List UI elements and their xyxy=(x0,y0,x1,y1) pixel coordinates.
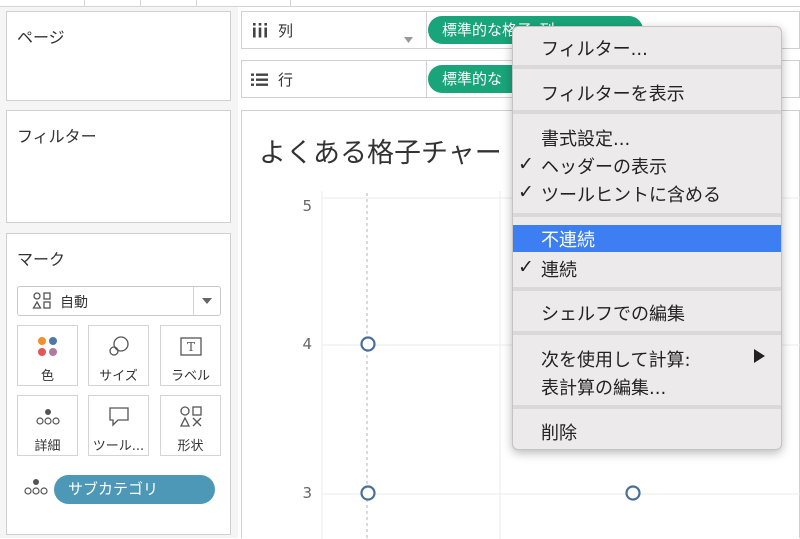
menu-item-label: 書式設定... xyxy=(541,129,631,150)
pages-card-title: ページ xyxy=(17,28,65,47)
shape-button[interactable]: 形状 xyxy=(160,395,221,456)
menu-separator xyxy=(513,331,781,335)
data-point[interactable] xyxy=(625,485,641,501)
menu-item-label: フィルター... xyxy=(541,39,648,60)
menu-item-edit-in-shelf[interactable]: シェルフでの編集 xyxy=(513,300,781,326)
subcategory-pill-label: サブカテゴリ xyxy=(68,480,159,498)
tooltip-button-label: ツール... xyxy=(92,439,145,454)
tooltip-button[interactable]: ツール... xyxy=(88,395,149,456)
menu-item-format[interactable]: 書式設定... xyxy=(513,125,781,151)
color-button[interactable]: 色 xyxy=(17,325,78,386)
y-tick-label: 5 xyxy=(302,197,312,215)
menu-item-show-header[interactable]: ✓ ヘッダーの表示 xyxy=(513,153,781,179)
column-shelf-icon xyxy=(252,22,268,42)
label-button[interactable]: T ラベル xyxy=(160,325,221,386)
menu-item-filter[interactable]: フィルター... xyxy=(513,35,781,61)
menu-separator xyxy=(513,65,781,69)
menu-item-label: 次を使用して計算: xyxy=(541,350,691,371)
data-point[interactable] xyxy=(360,485,376,501)
detail-button[interactable]: 詳細 xyxy=(17,395,78,456)
checkmark-icon: ✓ xyxy=(518,256,534,278)
dropdown-caret-icon xyxy=(193,287,220,315)
filters-card[interactable]: フィルター xyxy=(6,110,231,223)
size-button[interactable]: サイズ xyxy=(88,325,149,386)
pill-context-menu: フィルター... フィルターを表示 書式設定... ✓ ヘッダーの表示 ✓ ツー… xyxy=(512,26,782,450)
mark-type-label: 自動 xyxy=(60,295,88,311)
columns-shelf-label: 列 xyxy=(242,12,427,48)
menu-item-label: ヘッダーの表示 xyxy=(541,157,667,178)
detail-button-label: 詳細 xyxy=(34,439,61,454)
checkmark-icon: ✓ xyxy=(518,181,534,203)
row-shelf-icon xyxy=(251,72,268,91)
menu-item-continuous[interactable]: ✓ 連続 xyxy=(513,256,781,282)
detail-encoding-icon xyxy=(24,478,48,500)
menu-separator xyxy=(513,287,781,291)
data-point[interactable] xyxy=(360,336,376,352)
y-tick-label: 3 xyxy=(302,484,312,502)
menu-item-label: 削除 xyxy=(541,423,577,444)
menu-item-include-in-tooltip[interactable]: ✓ ツールヒントに含める xyxy=(513,181,781,207)
menu-separator xyxy=(513,213,781,217)
left-sidebar: ページ フィルター マーク 自動 色 サイズ T ラベル 詳細 ツール... 形… xyxy=(0,7,238,538)
submenu-arrow-icon xyxy=(754,349,765,363)
columns-caret-icon xyxy=(404,28,413,47)
menu-item-label: ツールヒントに含める xyxy=(541,185,721,206)
menu-item-label: フィルターを表示 xyxy=(541,84,685,105)
menu-separator xyxy=(513,110,781,114)
marks-card: マーク 自動 色 サイズ T ラベル 詳細 ツール... 形状 サブカテゴリ xyxy=(6,233,231,535)
color-button-label: 色 xyxy=(40,369,54,384)
shape-button-label: 形状 xyxy=(177,439,204,454)
rows-shelf-label: 行 xyxy=(242,61,427,97)
size-button-label: サイズ xyxy=(99,369,138,384)
tooltip-icon xyxy=(89,404,148,430)
menu-item-edit-table-calc[interactable]: 表計算の編集... xyxy=(513,374,781,400)
menu-item-label: 表計算の編集... xyxy=(541,378,667,399)
shape-icon xyxy=(161,404,220,430)
menu-item-label: 不連続 xyxy=(541,230,595,251)
menu-item-compute-using[interactable]: 次を使用して計算: xyxy=(513,346,781,372)
detail-icon xyxy=(18,404,77,430)
checkmark-icon: ✓ xyxy=(518,153,534,175)
y-tick-label: 4 xyxy=(302,335,312,353)
size-icon xyxy=(89,334,148,360)
marks-card-title: マーク xyxy=(17,250,66,269)
filters-card-title: フィルター xyxy=(17,127,97,146)
menu-item-label: 連続 xyxy=(541,260,577,281)
label-icon: T xyxy=(161,334,220,360)
menu-item-show-filter[interactable]: フィルターを表示 xyxy=(513,80,781,106)
color-icon xyxy=(18,334,77,360)
marks-automatic-icon xyxy=(32,292,52,314)
menu-item-remove[interactable]: 削除 xyxy=(513,419,781,445)
pages-card[interactable]: ページ xyxy=(6,11,231,101)
menu-item-discrete[interactable]: 不連続 xyxy=(513,225,781,252)
label-button-label: ラベル xyxy=(170,369,210,384)
menu-item-label: シェルフでの編集 xyxy=(541,304,685,325)
rows-pill-label: 標準的な xyxy=(442,70,503,88)
mark-type-dropdown[interactable]: 自動 xyxy=(17,286,221,316)
subcategory-detail-pill[interactable]: サブカテゴリ xyxy=(54,475,215,504)
svg-text:T: T xyxy=(186,340,194,354)
menu-separator xyxy=(513,405,781,409)
rows-label-text: 行 xyxy=(278,71,294,89)
columns-label-text: 列 xyxy=(278,22,294,40)
top-toolbar-strip xyxy=(0,0,800,7)
